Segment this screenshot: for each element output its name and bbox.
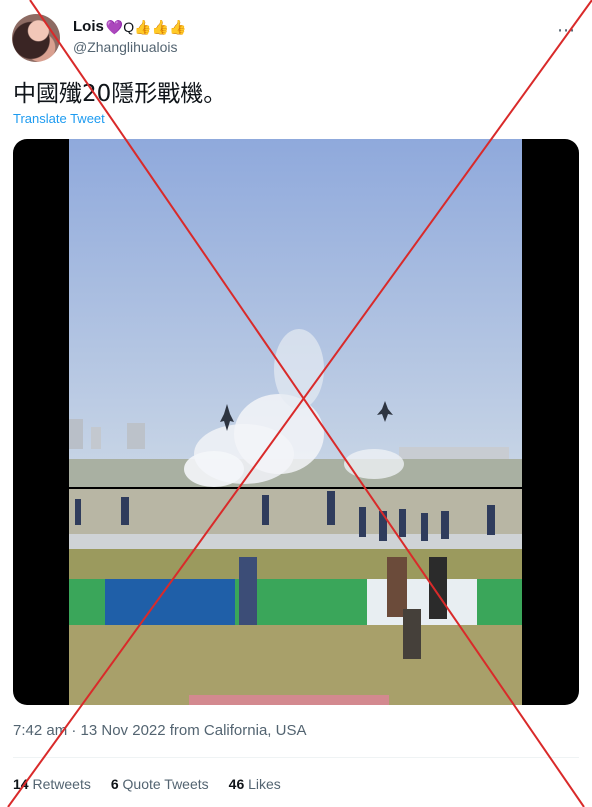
avatar[interactable] xyxy=(12,14,60,62)
quotes-label: Quote Tweets xyxy=(122,776,209,792)
author-handle[interactable]: @Zhanglihualois xyxy=(73,39,178,55)
more-icon[interactable]: ⋯ xyxy=(557,20,576,41)
likes-count: 46 xyxy=(228,776,245,792)
likes-stat[interactable]: 46 Likes xyxy=(229,776,281,792)
quote-tweets-stat[interactable]: 6 Quote Tweets xyxy=(111,776,209,792)
divider xyxy=(13,757,579,758)
quotes-count: 6 xyxy=(110,776,119,792)
retweets-label: Retweets xyxy=(32,776,91,792)
display-name[interactable]: Lois xyxy=(73,18,104,35)
translate-tweet-link[interactable]: Translate Tweet xyxy=(13,111,105,126)
retweets-stat[interactable]: 14 Retweets xyxy=(13,776,91,792)
likes-label: Likes xyxy=(248,776,281,792)
video-scene xyxy=(69,139,522,705)
author-name-row[interactable]: Lois 💜Q👍👍👍 xyxy=(73,18,186,35)
tweet-stats: 14 Retweets 6 Quote Tweets 46 Likes xyxy=(13,776,281,792)
retweets-count: 14 xyxy=(13,776,29,792)
tweet-header: Lois 💜Q👍👍👍 @Zhanglihualois ⋯ xyxy=(12,14,580,64)
name-emojis: 💜Q👍👍👍 xyxy=(105,18,187,35)
tweet-text: 中國殲20隱形戰機。 xyxy=(13,81,227,107)
video-player[interactable] xyxy=(13,139,579,705)
tweet-timestamp[interactable]: 7:42 am · 13 Nov 2022 from California, U… xyxy=(13,722,306,739)
video-frame[interactable] xyxy=(69,139,522,705)
